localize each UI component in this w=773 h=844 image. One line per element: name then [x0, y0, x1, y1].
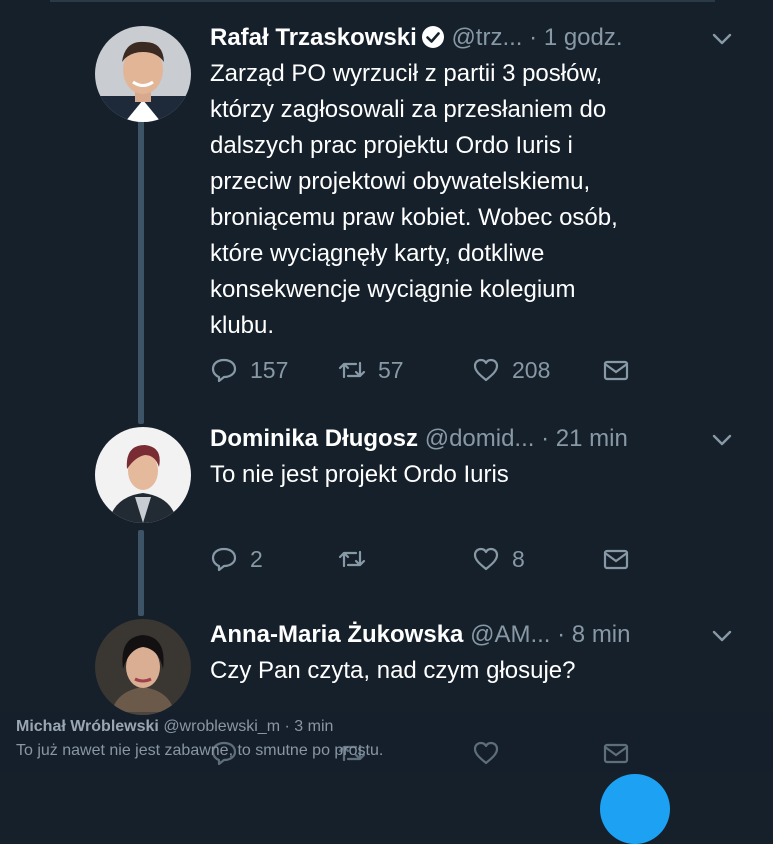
tweet-trzaskowski[interactable]: Rafał Trzaskowski @trz... · 1 godz. Zarz…	[0, 22, 773, 402]
retweet-button[interactable]: 57	[338, 354, 404, 386]
tweet-text: To nie jest projekt Ordo Iuris	[210, 461, 509, 488]
overlay-comment-text: To już nawet nie jest zabawne, to smutne…	[16, 742, 384, 759]
retweet-count: 57	[378, 356, 404, 383]
top-divider	[50, 0, 715, 2]
author-name[interactable]: Rafał Trzaskowski	[210, 24, 417, 51]
author-name[interactable]: Anna-Maria Żukowska	[210, 621, 463, 648]
like-count: 208	[512, 356, 551, 383]
retweet-icon	[338, 361, 366, 379]
retweet-icon	[338, 550, 366, 568]
tweet-actions: 157 57 208	[210, 354, 650, 386]
overlay-comment-header: Michał Wróblewski @wroblewski_m · 3 min	[16, 718, 333, 736]
timestamp[interactable]: 8 min	[572, 621, 631, 648]
reply-icon	[211, 547, 237, 572]
author-handle[interactable]: @AM...	[470, 621, 550, 648]
retweet-button[interactable]	[338, 543, 378, 575]
tweet-header: Rafał Trzaskowski @trz... · 1 godz.	[210, 22, 733, 54]
compose-button[interactable]	[600, 774, 670, 844]
chevron-down-icon[interactable]	[711, 429, 733, 451]
like-icon	[473, 358, 499, 382]
author-handle[interactable]: @domid...	[425, 425, 535, 452]
avatar[interactable]	[95, 26, 191, 122]
reply-count: 157	[250, 356, 289, 383]
timestamp[interactable]: 1 godz.	[544, 24, 623, 51]
separator-dot: ·	[557, 621, 566, 648]
reply-icon	[211, 358, 237, 383]
author-name[interactable]: Dominika Długosz	[210, 425, 418, 452]
like-count: 8	[512, 545, 525, 572]
author-handle[interactable]: @trz...	[451, 24, 522, 51]
separator-dot: ·	[529, 24, 538, 51]
reply-button[interactable]: 2	[210, 543, 263, 575]
timestamp[interactable]: 21 min	[556, 425, 628, 452]
tweet-actions: 2 8	[210, 543, 650, 575]
chevron-down-icon[interactable]	[711, 625, 733, 647]
avatar[interactable]	[95, 427, 191, 523]
reply-count: 2	[250, 545, 263, 572]
reply-button[interactable]: 157	[210, 354, 288, 386]
tweet-header: Dominika Długosz @domid... · 21 min	[210, 423, 733, 455]
message-button[interactable]	[602, 354, 630, 386]
message-icon	[603, 360, 629, 381]
overlay-author-handle: @wroblewski_m	[163, 718, 281, 735]
verified-badge-icon	[421, 25, 445, 49]
overlay-author-name: Michał Wróblewski	[16, 718, 159, 735]
like-button[interactable]: 8	[472, 543, 525, 575]
message-icon	[603, 549, 629, 570]
chevron-down-icon[interactable]	[711, 28, 733, 50]
overlay-timestamp: 3 min	[294, 718, 334, 735]
tweet-header: Anna-Maria Żukowska @AM... · 8 min	[210, 619, 733, 651]
like-button[interactable]: 208	[472, 354, 550, 386]
message-button[interactable]	[602, 543, 630, 575]
tweet-text: Czy Pan czyta, nad czym głosuje?	[210, 657, 576, 684]
tweet-text: Zarząd PO wyrzucił z partii 3 posłów, kt…	[210, 60, 618, 339]
avatar[interactable]	[95, 619, 191, 715]
overlay-separator-dot: ·	[284, 718, 290, 735]
tweet-dlugosz[interactable]: Dominika Długosz @domid... · 21 min To n…	[0, 423, 773, 583]
like-icon	[473, 547, 499, 571]
separator-dot: ·	[541, 425, 550, 452]
